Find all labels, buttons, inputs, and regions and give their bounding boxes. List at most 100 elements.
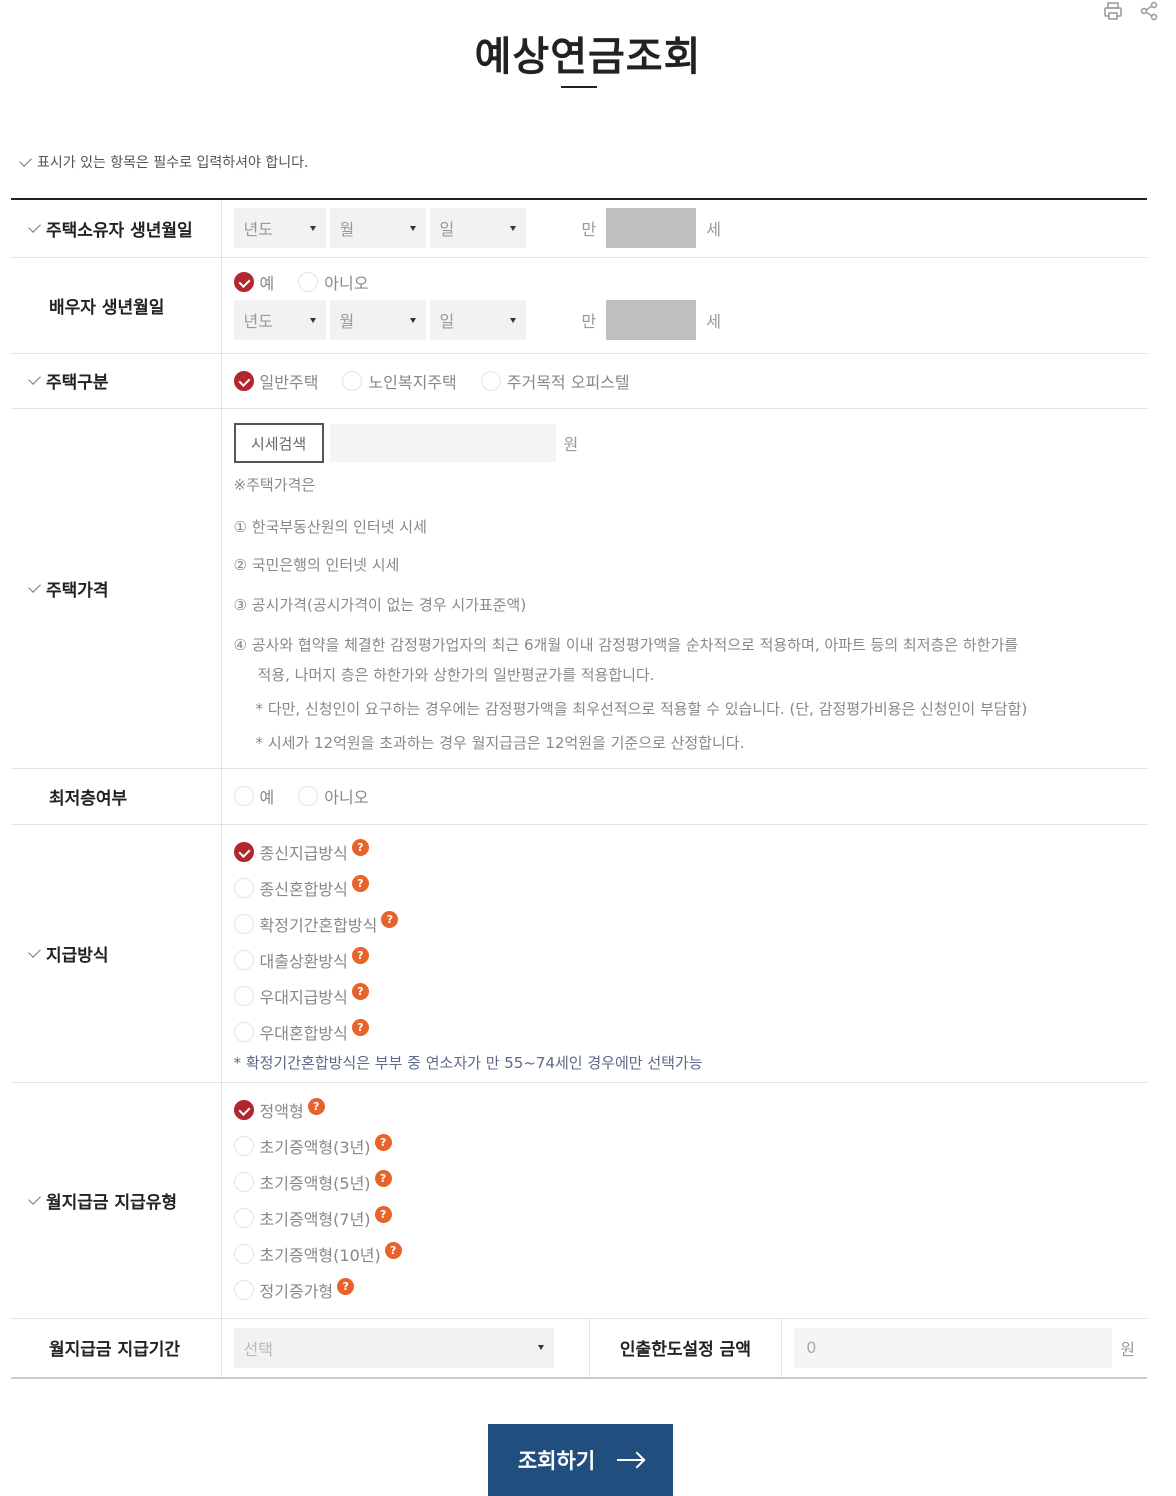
house-price-label: 주택가격 [46,580,109,601]
age-prefix: 만 [581,312,597,331]
check-icon [19,153,32,167]
price-note-item: ③ 공시가격(공시가격이 없는 경우 시가표준액) [233,596,527,614]
radio-icon [233,786,254,806]
payment-period-select[interactable]: 선택 [233,1327,554,1368]
required-check-icon [28,944,41,958]
price-note-sub: * 다만, 신청인이 요구하는 경우에는 감정평가액을 최우선적으로 적용할 수… [255,700,1028,718]
age-suffix: 세 [706,220,722,240]
radio-checked-icon [233,272,254,292]
age-suffix: 세 [706,312,722,331]
payment-method-option[interactable]: 종신지급방식? [233,834,1135,870]
radio-icon [233,1021,254,1042]
monthly-type-option[interactable]: 초기증액형(7년)? [233,1200,1135,1236]
radio-icon [233,1172,254,1192]
payment-method-option[interactable]: 대출상환방식? [233,942,1135,978]
monthly-type-option[interactable]: 초기증액형(3년)? [233,1128,1135,1164]
help-bubble-icon[interactable]: ? [351,839,369,856]
page-title: 예상연금조회 [474,34,702,80]
owner-birth-label: 주택소유자 생년월일 [46,220,193,241]
submit-button[interactable]: 조회하기 [488,1424,673,1496]
required-check-icon [28,219,41,233]
radio-icon [233,1136,254,1156]
share-icon[interactable] [1138,0,1160,22]
caret-down-icon [409,317,416,323]
row-house-price: 주택가격 시세검색 원 ※주택가격은 ① 한국부동산원의 인터넷 시세 ② 국민… [11,408,1147,769]
row-house-type: 주택구분 일반주택 노인복지주택 주거목적 오피스텔 [11,353,1147,409]
spouse-age-display [606,300,697,340]
owner-day-select[interactable]: 일 [429,208,526,249]
pension-form: 주택소유자 생년월일 년도 월 일 만 세 배우자 생년월일 예 아니오 년도 … [11,198,1147,1379]
house-type-senior-radio[interactable]: 노인복지주택 [342,369,457,393]
row-payment-period: 월지급금 지급기간 선택 인출한도설정 금액 0 원 [11,1318,1147,1379]
radio-icon [298,272,319,292]
price-note-item: ① 한국부동산원의 인터넷 시세 [233,518,427,536]
help-bubble-icon[interactable]: ? [337,1277,355,1295]
payment-method-option[interactable]: 우대지급방식? [233,978,1135,1014]
payment-method-option[interactable]: 확정기간혼합방식? [233,906,1135,942]
house-type-officetel-radio[interactable]: 주거목적 오피스텔 [480,369,630,393]
caret-down-icon [509,317,516,323]
owner-month-select[interactable]: 월 [329,208,426,249]
help-bubble-icon[interactable]: ? [351,983,369,1000]
required-check-icon [28,1191,41,1205]
caret-down-icon [309,317,316,323]
spouse-yes-radio[interactable]: 예 [233,270,274,294]
age-prefix: 만 [581,220,597,240]
radio-icon [233,949,254,970]
spouse-month-select[interactable]: 월 [329,300,426,340]
radio-checked-icon [233,841,254,862]
spouse-year-select[interactable]: 년도 [233,300,326,340]
monthly-type-option[interactable]: 초기증액형(10년)? [233,1236,1135,1272]
help-bubble-icon[interactable]: ? [381,911,399,928]
required-check-icon [28,372,41,385]
row-payment-method: 지급방식 종신지급방식? 종신혼합방식? 확정기간혼합방식? 대출상환방식? 우… [11,824,1147,1083]
house-type-general-radio[interactable]: 일반주택 [233,369,318,393]
help-bubble-icon[interactable]: ? [351,947,369,964]
withdrawal-limit-input[interactable]: 0 [794,1327,1113,1368]
arrow-right-icon [617,1459,644,1461]
help-bubble-icon[interactable]: ? [374,1205,392,1223]
row-spouse-birth: 배우자 생년월일 예 아니오 년도 월 일 만 세 [11,257,1147,354]
spouse-day-select[interactable]: 일 [429,300,526,340]
monthly-type-option[interactable]: 정기증가형? [233,1272,1135,1308]
radio-icon [233,877,254,898]
radio-icon [233,985,254,1006]
limit-unit: 원 [1120,1339,1135,1359]
payment-method-option[interactable]: 종신혼합방식? [233,870,1135,906]
price-note-item: ④ 공사와 협약을 체결한 감정평가업자의 최근 6개월 이내 감정평가액을 순… [233,636,1019,654]
owner-age-display [606,208,697,249]
house-price-input[interactable] [329,424,556,462]
row-monthly-type: 월지급금 지급유형 정액형? 초기증액형(3년)? 초기증액형(5년)? 초기증… [11,1082,1147,1319]
help-bubble-icon[interactable]: ? [351,1019,369,1036]
title-underline [561,86,597,88]
help-bubble-icon[interactable]: ? [384,1241,402,1259]
lowest-floor-no-radio[interactable]: 아니오 [298,784,368,808]
lowest-floor-label: 최저층여부 [49,788,128,809]
required-check-icon [28,579,41,593]
notice-text: 표시가 있는 항목은 필수로 입력하셔야 합니다. [37,155,309,171]
help-bubble-icon[interactable]: ? [374,1133,392,1151]
radio-checked-icon [233,1100,254,1120]
help-bubble-icon[interactable]: ? [351,875,369,892]
print-icon[interactable] [1102,0,1124,22]
help-bubble-icon[interactable]: ? [374,1169,392,1187]
price-unit: 원 [563,435,579,454]
price-search-button[interactable]: 시세검색 [233,423,324,463]
monthly-type-option[interactable]: 초기증액형(5년)? [233,1164,1135,1200]
price-note-item: 적용, 나머지 층은 하한가와 상한가의 일반평균가를 적용합니다. [257,666,655,684]
monthly-type-option[interactable]: 정액형? [233,1092,1135,1128]
payment-method-option[interactable]: 우대혼합방식? [233,1014,1135,1050]
lowest-floor-yes-radio[interactable]: 예 [233,784,274,808]
owner-year-select[interactable]: 년도 [233,208,326,249]
caret-down-icon [309,225,316,231]
radio-icon [298,786,319,806]
spouse-birth-label: 배우자 생년월일 [49,297,165,318]
withdrawal-limit-label: 인출한도설정 금액 [589,1318,783,1379]
required-notice: 표시가 있는 항목은 필수로 입력하셔야 합니다. [19,152,309,172]
radio-icon [480,370,501,391]
radio-icon [233,913,254,934]
spouse-no-radio[interactable]: 아니오 [298,270,368,294]
help-bubble-icon[interactable]: ? [307,1097,325,1115]
price-note-sub: * 시세가 12억원을 초과하는 경우 월지급금은 12억원을 기준으로 산정합… [255,734,745,752]
payment-method-footnote: * 확정기간혼합방식은 부부 중 연소자가 만 55~74세인 경우에만 선택가… [233,1053,703,1072]
